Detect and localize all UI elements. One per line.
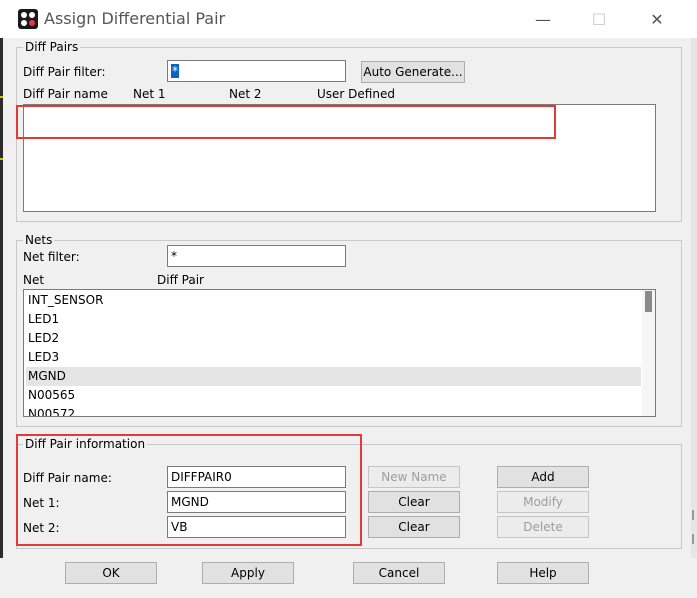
maximize-button[interactable]: ☐ — [576, 0, 622, 38]
net-filter-value: * — [171, 249, 177, 263]
list-item[interactable]: LED1 — [26, 310, 641, 329]
column-header-user-defined[interactable]: User Defined — [317, 87, 395, 101]
column-header-net1[interactable]: Net 1 — [133, 87, 166, 101]
list-item[interactable]: INT_SENSOR — [26, 291, 641, 310]
auto-generate-button[interactable]: Auto Generate... — [361, 61, 465, 83]
app-icon — [18, 9, 38, 29]
column-header-net[interactable]: Net — [23, 273, 44, 287]
list-item[interactable]: LED2 — [26, 329, 641, 348]
help-button[interactable]: Help — [497, 562, 589, 584]
list-item-selected[interactable]: MGND — [26, 367, 641, 386]
ok-button[interactable]: OK — [65, 562, 157, 584]
close-button[interactable]: ✕ — [634, 0, 680, 38]
diff-pair-filter-label: Diff Pair filter: — [23, 65, 106, 79]
highlight-diff-pair-row — [16, 105, 556, 139]
highlight-diff-pair-info — [16, 434, 362, 546]
add-button[interactable]: Add — [497, 466, 589, 488]
list-item[interactable]: N00572 — [26, 405, 641, 416]
column-header-diff-pair-name[interactable]: Diff Pair name — [23, 87, 108, 101]
column-header-net2[interactable]: Net 2 — [229, 87, 262, 101]
dialog-window: Assign Differential Pair — ☐ ✕ Diff Pair… — [0, 0, 697, 598]
diff-pair-filter-input[interactable]: * — [167, 60, 346, 82]
column-header-diff-pair[interactable]: Diff Pair — [157, 273, 204, 287]
window-title: Assign Differential Pair — [44, 9, 226, 28]
diff-pairs-legend: Diff Pairs — [25, 40, 79, 54]
net-filter-input[interactable]: * — [167, 245, 346, 267]
nets-scrollbar[interactable] — [642, 290, 655, 416]
apply-button[interactable]: Apply — [202, 562, 294, 584]
new-name-button[interactable]: New Name — [368, 466, 460, 488]
nets-scroll-thumb[interactable] — [645, 291, 652, 312]
title-bar[interactable]: Assign Differential Pair — ☐ ✕ — [0, 0, 697, 38]
minimize-button[interactable]: — — [520, 0, 566, 38]
minimize-icon: — — [535, 9, 551, 29]
background-app-edge-right — [691, 38, 697, 558]
cancel-button[interactable]: Cancel — [353, 562, 445, 584]
clear-net2-button[interactable]: Clear — [368, 516, 460, 538]
maximize-icon: ☐ — [591, 9, 607, 29]
diff-pair-filter-value: * — [171, 64, 179, 78]
delete-button[interactable]: Delete — [497, 516, 589, 538]
clear-net1-button[interactable]: Clear — [368, 491, 460, 513]
net-filter-label: Net filter: — [23, 250, 80, 264]
list-item[interactable]: N00565 — [26, 386, 641, 405]
list-item[interactable]: LED3 — [26, 348, 641, 367]
close-icon: ✕ — [650, 9, 664, 29]
nets-legend: Nets — [25, 233, 53, 247]
background-app-edge — [0, 38, 3, 558]
modify-button[interactable]: Modify — [497, 491, 589, 513]
nets-list[interactable]: INT_SENSOR LED1 LED2 LED3 MGND N00565 N0… — [23, 289, 656, 417]
